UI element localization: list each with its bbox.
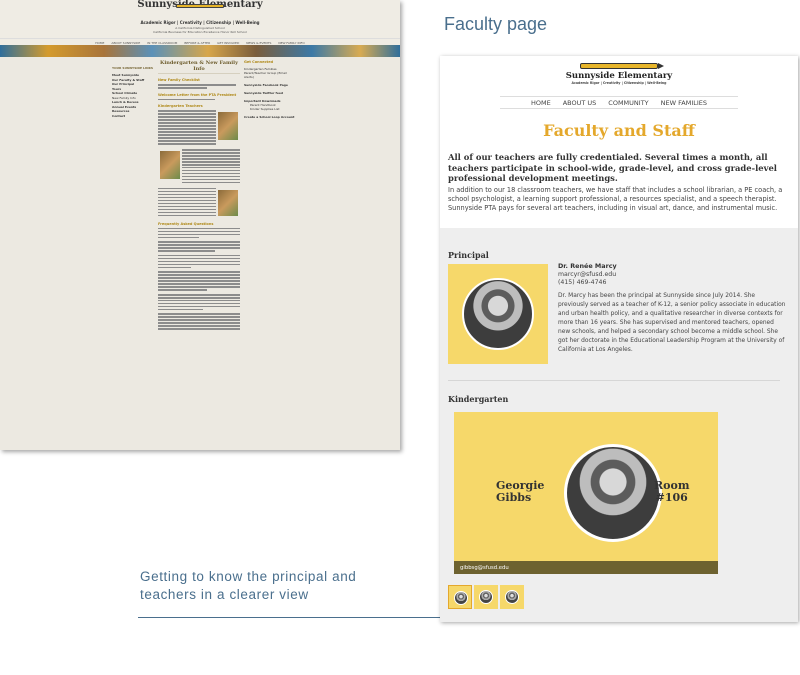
nav-home[interactable]: HOME [531, 99, 551, 107]
old-subtitle2: California Business for Education Excell… [153, 30, 247, 34]
old-main-subheading: New Family Checklist [158, 78, 200, 82]
old-text-block [158, 227, 240, 330]
nav-about-us[interactable]: ABOUT US [563, 99, 597, 107]
old-teacher-photo [160, 150, 180, 179]
old-teacher-row [158, 148, 240, 185]
principal-phone: (415) 469-4746 [558, 279, 607, 286]
bottom-caption: Getting to know the principal and teache… [140, 569, 357, 602]
old-nav-item[interactable]: ABOUT SUNNYSIDE [111, 41, 140, 45]
room-value: #106 [655, 491, 688, 504]
main-nav: HOME ABOUT US COMMUNITY NEW FAMILIES [500, 96, 738, 109]
room-number: Room #106 [654, 480, 689, 504]
page-title: Faculty and Staff [543, 121, 695, 140]
nav-new-families[interactable]: NEW FAMILIES [661, 99, 707, 107]
pencil-logo-icon [580, 63, 664, 69]
teacher-last-name: Gibbs [496, 491, 532, 504]
old-site-header: Sunnyside Elementary Academic Rigor | Cr… [0, 0, 400, 38]
teacher-email[interactable]: gibbsg@sfusd.edu [454, 561, 718, 574]
old-nav: HOME ABOUT SUNNYSIDE IN THE CLASSROOM BE… [0, 38, 400, 45]
principal-avatar [462, 278, 534, 350]
old-right-heading: Get Connected [244, 60, 274, 64]
old-teacher-row [158, 110, 240, 146]
principal-bio: Dr. Marcy has been the principal at Sunn… [558, 293, 786, 353]
old-banner-image [0, 45, 400, 57]
old-nav-item[interactable]: BEFORE & AFTER [184, 41, 210, 45]
old-nav-item[interactable]: NEWS & EVENTS [246, 41, 271, 45]
thumbnail-avatar [454, 591, 468, 605]
section-divider [448, 380, 780, 381]
nav-community[interactable]: COMMUNITY [608, 99, 648, 107]
thumbnail-avatar [479, 590, 493, 604]
old-teacher-row [158, 187, 240, 218]
old-main-content: Kindergarten & New Family Info New Famil… [158, 60, 240, 331]
old-main-heading: Kindergarten & New Family Info [158, 60, 240, 74]
old-nav-item[interactable]: GET INVOLVED [217, 41, 239, 45]
old-right-item[interactable]: Kindergarten Families Parent/Teacher Gro… [244, 67, 296, 79]
old-right-item[interactable]: Create a School Loop Account [244, 115, 296, 119]
old-nav-item[interactable]: NEW FAMILY INFO [278, 41, 304, 45]
old-teacher-photo [218, 189, 238, 216]
old-main-subheading: Frequently Asked Questions [158, 221, 214, 226]
principal-photo-card [448, 264, 548, 364]
old-text-block [158, 98, 240, 101]
kindergarten-heading: Kindergarten [448, 394, 509, 404]
old-right-item[interactable]: Kinder Supplies List [244, 107, 296, 111]
old-right-item[interactable]: Sunnyside Twitter feed [244, 91, 296, 95]
school-name: Sunnyside Elementary [565, 71, 673, 81]
staff-section: Principal Dr. Renée Marcy marcyr@sfusd.e… [440, 228, 798, 622]
teacher-thumbnail[interactable] [448, 585, 472, 609]
old-left-heading: YOUR SUNNYSIDE LINKS [112, 66, 154, 70]
teacher-thumbnails [448, 585, 524, 609]
old-text-block [158, 84, 240, 89]
faculty-page-caption: Faculty page [444, 14, 548, 34]
old-right-item[interactable]: Sunnyside Facebook Page [244, 83, 296, 87]
old-nav-item[interactable]: IN THE CLASSROOM [147, 41, 177, 45]
old-left-link[interactable]: Contact [112, 114, 156, 119]
school-motto: Academic Rigor | Creativity | Citizenshi… [571, 81, 667, 85]
faculty-page-screenshot: Sunnyside Elementary Academic Rigor | Cr… [440, 56, 798, 622]
teacher-card[interactable]: Georgie Gibbs Room #106 gibbsg@sfusd.edu [454, 412, 718, 574]
old-main-subheading: Kindergarten Teachers [158, 104, 203, 109]
principal-heading: Principal [448, 250, 489, 260]
old-nav-item[interactable]: HOME [95, 41, 104, 45]
pencil-logo-icon [176, 4, 224, 8]
intro-paragraph: In addition to our 18 classroom teachers… [448, 185, 783, 212]
teacher-avatar [564, 444, 662, 542]
teacher-thumbnail[interactable] [500, 585, 524, 609]
principal-email[interactable]: marcyr@sfusd.edu [558, 271, 616, 278]
old-left-sidebar: YOUR SUNNYSIDE LINKS Meet Sunnyside Our … [112, 66, 156, 118]
old-right-sidebar: Get Connected Kindergarten Families Pare… [244, 60, 296, 119]
old-site-screenshot: Sunnyside Elementary Academic Rigor | Cr… [0, 0, 400, 450]
school-logo[interactable]: Sunnyside Elementary Academic Rigor | Cr… [440, 56, 798, 96]
principal-name: Dr. Renée Marcy [558, 262, 617, 270]
old-teacher-photo [218, 112, 238, 141]
thumbnail-avatar [505, 590, 519, 604]
teacher-thumbnail[interactable] [474, 585, 498, 609]
old-main-subheading: Welcome Letter from the PTA President [158, 92, 237, 97]
lead-paragraph: All of our teachers are fully credential… [448, 152, 777, 183]
teacher-name: Georgie Gibbs [496, 480, 544, 504]
